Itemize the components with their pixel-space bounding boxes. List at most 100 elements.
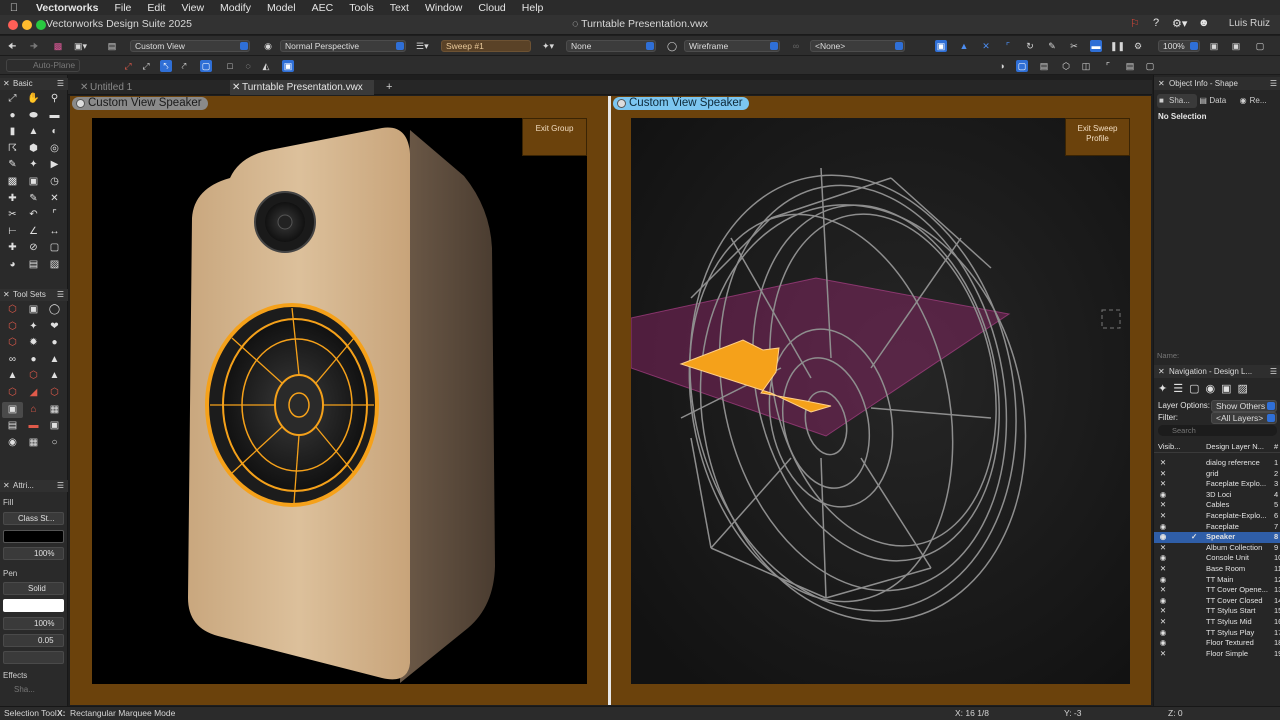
lasso-select-icon[interactable]: ◌ [242, 60, 254, 72]
spiral-tool-icon[interactable]: ◎ [44, 141, 65, 158]
text-tool-icon[interactable]: ▩ [2, 174, 23, 191]
menu-cloud[interactable]: Cloud [470, 2, 513, 14]
building-toolset-icon[interactable]: ⌂ [23, 402, 44, 419]
arc-tool-icon[interactable]: ◐ [44, 124, 65, 141]
layer-row[interactable]: ◉ TT Cover Closed 14 [1154, 596, 1280, 607]
visible-eye-icon[interactable]: ◉ [1158, 575, 1168, 586]
fillet-edge-tool-icon[interactable]: ⬡ [2, 335, 23, 352]
auto-plane-button[interactable]: Auto-Plane [6, 59, 80, 72]
menu-help[interactable]: Help [514, 2, 552, 14]
clock-tool-icon[interactable]: ◷ [44, 174, 65, 191]
hidden-x-icon[interactable]: ✕ [1158, 585, 1168, 596]
drape-tool-icon[interactable]: ▲ [44, 352, 65, 369]
window-icon[interactable]: ▢ [1144, 60, 1156, 72]
space-toolset-icon[interactable]: ▦ [23, 435, 44, 452]
visible-eye-icon[interactable]: ◉ [1158, 596, 1168, 607]
menu-icon[interactable]: ☰ [57, 78, 64, 90]
tab-untitled-1[interactable]: ✕ Untitled 1 [78, 80, 224, 95]
shell-tool-icon[interactable]: ⬡ [2, 319, 23, 336]
reshape-tool-icon[interactable]: ✕ [44, 191, 65, 208]
col-name[interactable]: Design Layer N... [1206, 441, 1264, 453]
chamfer-tool-icon[interactable]: ⌜ [44, 207, 65, 224]
top-view-icon[interactable]: ▢ [1016, 60, 1028, 72]
hidden-x-icon[interactable]: ✕ [1158, 511, 1168, 522]
col-number[interactable]: # [1274, 441, 1278, 453]
help-icon[interactable]: ? [1153, 17, 1159, 29]
split-solid-tool-icon[interactable]: ⬡ [2, 385, 23, 402]
rect-select-icon[interactable]: □ [224, 60, 236, 72]
eraser-icon[interactable]: ✎ [1046, 40, 1058, 52]
pan-tool-icon[interactable]: ✋ [23, 91, 44, 108]
layer-row[interactable]: ✕ Base Room 11 [1154, 564, 1280, 575]
page-options-icon[interactable]: ▣▾ [74, 40, 87, 52]
visible-eye-icon[interactable]: ◉ [1158, 522, 1168, 533]
cross-icon[interactable]: ✕ [980, 40, 992, 52]
detail-toolset-icon[interactable]: ▤ [2, 418, 23, 435]
measure-tool-icon[interactable]: ↔ [44, 224, 65, 241]
right-viewport-label[interactable]: Custom View Speaker [613, 97, 749, 110]
views-icon[interactable]: ◉ [1206, 383, 1222, 395]
dimension-tool-icon[interactable]: ⊢ [2, 224, 23, 241]
hidden-x-icon[interactable]: ✕ [1158, 500, 1168, 511]
forward-icon[interactable]: 🠊 [28, 40, 40, 52]
dims-toolset-icon[interactable]: ▣ [44, 418, 65, 435]
sticker-tool-icon[interactable]: ▨ [44, 257, 65, 274]
modeling-toolset-icon[interactable]: ▣ [2, 401, 23, 419]
menu-modify[interactable]: Modify [212, 2, 259, 14]
right-viewport-canvas[interactable] [630, 118, 1130, 684]
solid-tool-icon[interactable]: ⬡ [23, 368, 44, 385]
layer-row[interactable]: ✕ TT Cover Opene... 13 [1154, 585, 1280, 596]
menu-text[interactable]: Text [382, 2, 417, 14]
locus-tool-icon[interactable]: ✚ [2, 240, 23, 257]
layer-row[interactable]: ✕ TT Stylus Start 15 [1154, 606, 1280, 617]
menu-window[interactable]: Window [417, 2, 470, 14]
line-weight-field[interactable]: 0.05 [3, 634, 64, 647]
search-input[interactable]: Search [1158, 425, 1277, 436]
menu-model[interactable]: Model [259, 2, 304, 14]
callout-tool-icon[interactable]: ▣ [23, 174, 44, 191]
door-icon[interactable]: ◫ [1080, 60, 1092, 72]
wall-toolset-icon[interactable]: ▬ [23, 418, 44, 435]
layer-row[interactable]: ✕ Faceplate-Explo... 6 [1154, 511, 1280, 522]
new-tab-button[interactable]: + [386, 81, 392, 93]
polygon-tool-icon[interactable]: ⬢ [23, 141, 44, 158]
rotate-icon[interactable]: ↻ [1024, 40, 1036, 52]
menu-icon[interactable]: ☰ [57, 480, 64, 492]
hidden-x-icon[interactable]: ✕ [1158, 649, 1168, 660]
close-icon[interactable]: ✕ [3, 289, 10, 301]
angle-tool-icon[interactable]: ∠ [23, 224, 44, 241]
stake-tool-icon[interactable]: ⊘ [23, 240, 44, 257]
close-tab-icon[interactable]: ✕ [80, 80, 88, 95]
mirror-tool-icon[interactable]: ✎ [23, 191, 44, 208]
tab-shape[interactable]: ■ Sha... [1157, 94, 1198, 108]
tab-turntable-presentation[interactable]: ✕ Turntable Presentation.vwx [230, 80, 374, 95]
settings-icon[interactable]: ⚙ [1132, 40, 1144, 52]
pen-style-dropdown[interactable]: Solid [3, 582, 64, 595]
layer-row[interactable]: ◉ 3D Loci 4 [1154, 490, 1280, 501]
extrude-tool-icon[interactable]: ⬡ [2, 302, 23, 319]
layers-icon[interactable]: ☰ [1173, 383, 1189, 395]
axis-tool-icon[interactable]: ✹ [23, 335, 44, 352]
rectangle-tool-icon[interactable]: ▬ [44, 108, 65, 125]
eyedropper-tool-icon[interactable]: ✎ [2, 157, 23, 174]
layer-navigator-icon[interactable]: ▩ [52, 40, 64, 52]
menu-file[interactable]: File [106, 2, 139, 14]
fit-objects-icon[interactable]: ▣ [1230, 40, 1242, 52]
layer-row[interactable]: ✕ Album Collection 9 [1154, 543, 1280, 554]
active-layer-dropdown[interactable]: Sweep #1 [441, 40, 531, 52]
hidden-x-icon[interactable]: ✕ [1158, 617, 1168, 628]
filter-dropdown[interactable]: <All Layers> [1211, 412, 1277, 424]
fit-window-icon[interactable]: ▣ [1208, 40, 1220, 52]
menu-icon[interactable]: ☰ [57, 289, 64, 301]
line-markers-dropdown[interactable] [3, 651, 64, 664]
menu-tools[interactable]: Tools [341, 2, 382, 14]
col-visibility[interactable]: Visib... [1158, 441, 1180, 453]
saved-view-dropdown[interactable]: Custom View [130, 40, 250, 52]
pivot-mode-icon[interactable]: ⤤ [178, 60, 190, 72]
layer-row[interactable]: ✕ TT Stylus Mid 16 [1154, 617, 1280, 628]
close-icon[interactable]: ✕ [1158, 77, 1165, 90]
view-tool-icon[interactable]: ▣ [935, 40, 947, 52]
classes-icon[interactable]: ✦ [1158, 383, 1173, 395]
hidden-x-icon[interactable]: ✕ [1158, 469, 1168, 480]
fill-opacity-field[interactable]: 100% [3, 547, 64, 560]
